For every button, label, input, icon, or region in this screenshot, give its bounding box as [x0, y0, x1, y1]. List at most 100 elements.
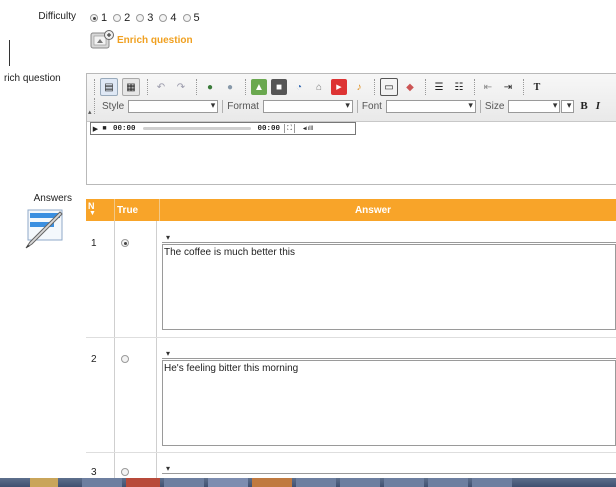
size-label: Size [484, 100, 505, 112]
answer-editor-topline [162, 242, 616, 243]
paste-icon[interactable]: ▦ [122, 78, 140, 96]
image-icon[interactable]: ▲ [251, 79, 267, 95]
player-time-current: 00:00 [113, 124, 136, 133]
taskbar-app[interactable] [252, 478, 292, 487]
answers-table-header: N ▼ True Answer [86, 199, 616, 221]
style-label: Style [102, 100, 125, 112]
format-label: Format [227, 100, 259, 112]
taskbar-app[interactable] [428, 478, 468, 487]
toolbar-row-1: ▤ ▦ ↶ ↷ ● ● ▲ ■ ◔ ⌂ ▶ ♪ ▭ ◆ ☰ ☷ ⇤ ⇥ T [91, 78, 549, 96]
audio-icon[interactable]: ♪ [351, 79, 367, 95]
taskbar-app[interactable] [208, 478, 248, 487]
table-row: 2 ▾ He's feeling bitter this morning [86, 338, 616, 452]
table-row: 3 ▾ [86, 453, 616, 478]
difficulty-option-5[interactable]: 5 [182, 12, 200, 24]
header-true-column[interactable]: True [115, 199, 160, 221]
font-select[interactable] [385, 99, 476, 113]
taskbar-app[interactable] [472, 478, 512, 487]
radio-icon[interactable] [136, 14, 145, 22]
size-dropdown-button[interactable] [561, 99, 575, 113]
toolbar-collapse-icon[interactable]: ▴ [88, 109, 93, 116]
taskbar-folder-icon[interactable] [30, 478, 58, 487]
toolbar-separator [479, 99, 481, 113]
undo-icon[interactable]: ↶ [153, 79, 169, 95]
source-icon[interactable]: ▤ [100, 78, 118, 96]
difficulty-option-4[interactable]: 4 [159, 12, 177, 24]
style-select[interactable] [128, 99, 219, 113]
answer-editor-toggle-icon[interactable]: ▾ [166, 464, 170, 473]
toolbar-separator [356, 99, 358, 113]
enrich-question-side-label: rich question [4, 73, 61, 84]
difficulty-radio-group: 1 2 3 4 5 [90, 12, 206, 24]
toolbar-separator [425, 79, 428, 95]
answer-editor-topline [162, 473, 616, 474]
answer-editor-topline [162, 358, 616, 359]
format-select[interactable] [262, 99, 353, 113]
video-icon[interactable]: ■ [271, 79, 287, 95]
taskbar-app[interactable] [296, 478, 336, 487]
player-time-total: 00:00 [257, 124, 281, 133]
os-taskbar [0, 478, 616, 487]
taskbar-browser-icon[interactable] [126, 478, 160, 487]
toolbar-separator [147, 79, 150, 95]
editor-toolbar: ▤ ▦ ↶ ↷ ● ● ▲ ■ ◔ ⌂ ▶ ♪ ▭ ◆ ☰ ☷ ⇤ ⇥ T St… [87, 74, 616, 122]
difficulty-label: Difficulty [38, 11, 76, 22]
answer-editor-toggle-icon[interactable]: ▾ [166, 233, 170, 242]
toolbar-row-2: Style Format Font Size B I [91, 98, 600, 114]
flash-icon[interactable]: ◔ [291, 79, 307, 95]
bold-button[interactable]: B [580, 100, 587, 112]
answer-editor-toggle-icon[interactable]: ▾ [166, 349, 170, 358]
difficulty-option-1[interactable]: 1 [90, 12, 107, 24]
redo-icon[interactable]: ↷ [173, 79, 189, 95]
enrich-question-button[interactable]: Enrich question [89, 29, 193, 51]
radio-selected-icon[interactable] [90, 14, 98, 22]
answer-input[interactable]: The coffee is much better this [162, 244, 616, 330]
taskbar-app[interactable] [384, 478, 424, 487]
header-answer-column[interactable]: Answer [160, 199, 616, 221]
text-color-icon[interactable]: T [529, 79, 545, 95]
difficulty-option-2[interactable]: 2 [113, 12, 130, 24]
play-icon[interactable]: ▶ [91, 124, 100, 133]
youtube-icon[interactable]: ▶ [331, 79, 347, 95]
volume-icon[interactable]: ◂ıılll [294, 124, 321, 133]
fullscreen-icon[interactable]: ⛶ [284, 124, 294, 133]
enrich-media-icon[interactable] [89, 29, 115, 51]
table-row: 1 ▾ The coffee is much better this [86, 221, 616, 337]
audio-player: ▶ ■ 00:00 00:00 ⛶ ◂ıılll [90, 122, 356, 135]
taskbar-app[interactable] [340, 478, 380, 487]
numbered-list-icon[interactable]: ☰ [431, 79, 447, 95]
indent-icon[interactable]: ⇥ [500, 79, 516, 95]
question-rich-editor: ▤ ▦ ↶ ↷ ● ● ▲ ■ ◔ ⌂ ▶ ♪ ▭ ◆ ☰ ☷ ⇤ ⇥ T St… [86, 73, 616, 185]
row-number: 1 [91, 238, 97, 249]
radio-icon[interactable] [113, 14, 122, 22]
toolbar-separator [94, 98, 97, 114]
size-select[interactable] [508, 99, 561, 113]
mindmap-icon[interactable]: ⌂ [311, 79, 327, 95]
header-number-column[interactable]: N ▼ [86, 199, 115, 221]
taskbar-app[interactable] [82, 478, 122, 487]
unlink-icon[interactable]: ● [222, 79, 238, 95]
toolbar-separator [474, 79, 477, 95]
difficulty-option-3[interactable]: 3 [136, 12, 153, 24]
true-radio[interactable] [121, 355, 129, 363]
row-number: 2 [91, 354, 97, 365]
toolbar-separator [222, 99, 224, 113]
bullet-list-icon[interactable]: ☷ [451, 79, 467, 95]
special-char-icon[interactable]: ◆ [402, 79, 418, 95]
player-progress-bar[interactable] [142, 127, 251, 130]
table-icon[interactable]: ▭ [380, 78, 398, 96]
enrich-question-label: Enrich question [117, 34, 193, 46]
link-icon[interactable]: ● [202, 79, 218, 95]
true-radio[interactable] [121, 468, 129, 476]
stop-icon[interactable]: ■ [100, 124, 109, 133]
true-radio-selected[interactable] [121, 239, 129, 247]
taskbar-app[interactable] [164, 478, 204, 487]
answer-text: The coffee is much better this [164, 247, 295, 258]
radio-icon[interactable] [159, 14, 168, 22]
answer-input[interactable]: He's feeling bitter this morning [162, 360, 616, 446]
text-cursor [9, 40, 10, 66]
radio-icon[interactable] [182, 14, 191, 22]
sort-desc-icon[interactable]: ▼ [89, 210, 96, 217]
outdent-icon[interactable]: ⇤ [480, 79, 496, 95]
italic-button[interactable]: I [596, 100, 600, 112]
